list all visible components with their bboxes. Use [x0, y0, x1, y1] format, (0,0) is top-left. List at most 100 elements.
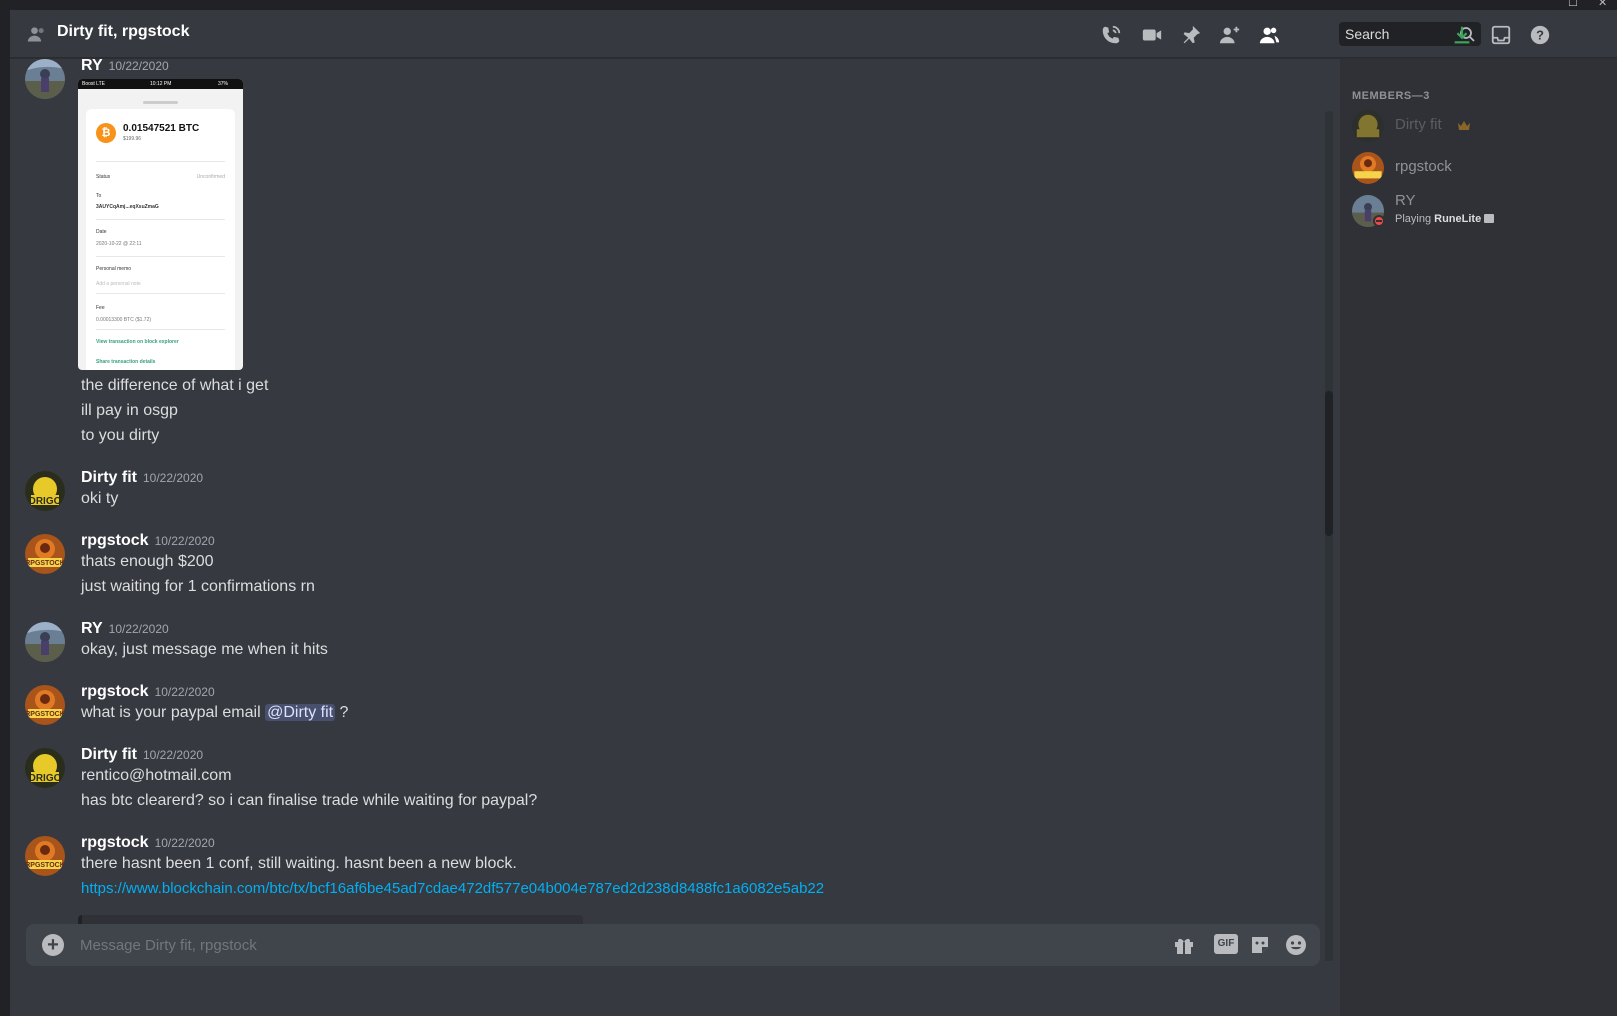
username[interactable]: rpgstock	[81, 683, 149, 700]
message-text: what is your paypal email @Dirty fit ?	[81, 704, 348, 722]
dnd-status-icon	[1373, 215, 1385, 227]
avatar[interactable]: RPGSTOCK	[25, 685, 65, 725]
user-mention[interactable]: @Dirty fit	[265, 704, 336, 721]
scrollbar-track[interactable]	[1325, 111, 1333, 961]
maximize-icon[interactable]: ☐	[1568, 0, 1578, 9]
username[interactable]: RY	[81, 620, 103, 637]
message-input[interactable]	[78, 924, 1158, 966]
status-value: Unconfirmed	[196, 174, 225, 180]
fee-value: 0.00013300 BTC ($1.72)	[96, 317, 152, 323]
timestamp: 10/22/2020	[154, 534, 215, 548]
scrollbar-thumb[interactable]	[1325, 391, 1333, 536]
fee-label: Fee	[96, 305, 105, 311]
message-text-pre: what is your paypal email	[81, 704, 266, 721]
block-explorer-link: View transaction on block explorer	[96, 339, 179, 345]
member-item-ry[interactable]: RY Playing RuneLite	[1348, 190, 1608, 232]
message-list[interactable]: RY 10/22/2020 Boost LTE 10:12 PM 37% ₿ 0.…	[10, 59, 1372, 961]
timestamp: 10/22/2020	[154, 836, 215, 850]
close-window-icon[interactable]: ✕	[1598, 0, 1607, 9]
date-label: Date	[96, 229, 107, 235]
status-label: Status	[96, 174, 111, 180]
member-name: RY	[1395, 192, 1416, 209]
message-text: there hasnt been 1 conf, still waiting. …	[81, 855, 517, 872]
message-text: to you dirty	[81, 427, 160, 444]
sticker-icon[interactable]	[1248, 933, 1272, 957]
avatar	[1352, 110, 1384, 142]
svg-text:RPGSTOCK: RPGSTOCK	[25, 560, 65, 567]
message-link[interactable]: https://www.blockchain.com/btc/tx/bcf16a…	[81, 880, 824, 897]
member-name: Dirty fit	[1395, 116, 1442, 133]
members-header: MEMBERS—3	[1352, 90, 1430, 102]
gift-icon[interactable]	[1172, 933, 1196, 957]
add-attachment-button[interactable]: +	[42, 934, 64, 956]
channel-header: Dirty fit, rpgstock Search ?	[10, 10, 1617, 58]
memo-label: Personal memo	[96, 266, 132, 272]
timestamp: 10/22/2020	[108, 59, 169, 73]
transaction-card: ₿ 0.01547521 BTC $199.96 Status Unconfir…	[86, 109, 235, 370]
message-header: Dirty fit 10/22/2020	[81, 469, 203, 487]
avatar[interactable]: DRIGO	[25, 471, 65, 511]
add-member-icon[interactable]	[1219, 24, 1241, 46]
dm-people-icon	[27, 27, 44, 42]
username[interactable]: RY	[81, 59, 103, 74]
btc-amount: 0.01547521 BTC	[123, 123, 200, 134]
help-icon[interactable]: ?	[1529, 24, 1551, 46]
rich-presence-icon	[1484, 214, 1495, 223]
to-address: 3AUYCqAmj...eqXsuZmaG	[96, 204, 159, 210]
avatar[interactable]	[25, 622, 65, 662]
window-titlebar: ☐ ✕	[0, 0, 1617, 10]
bitcoin-icon: ₿	[96, 123, 116, 143]
message-composer: + GIF	[26, 924, 1320, 966]
message-text: ill pay in osgp	[81, 402, 178, 419]
avatar[interactable]: RPGSTOCK	[25, 836, 65, 876]
member-activity: Playing RuneLite	[1395, 213, 1495, 225]
video-camera-icon[interactable]	[1141, 24, 1163, 46]
gif-button[interactable]: GIF	[1214, 934, 1238, 954]
username[interactable]: rpgstock	[81, 532, 149, 549]
timestamp: 10/22/2020	[143, 748, 204, 762]
member-list: MEMBERS—3 Dirty fit rpgstock RY Playing …	[1340, 59, 1617, 1016]
message-header: RY 10/22/2020	[81, 620, 169, 638]
username[interactable]: Dirty fit	[81, 469, 137, 486]
message-header: rpgstock 10/22/2020	[81, 834, 215, 852]
memo-placeholder: Add a personal note	[96, 281, 141, 287]
discord-app: ☐ ✕ Dirty fit, rpgstock Search ? RY 10/2…	[0, 0, 1617, 1016]
phone-status-bar: Boost LTE 10:12 PM 37%	[78, 79, 243, 89]
username[interactable]: Dirty fit	[81, 746, 137, 763]
svg-text:?: ?	[1536, 28, 1544, 43]
emoji-icon[interactable]	[1284, 933, 1308, 957]
avatar[interactable]: DRIGO	[25, 748, 65, 788]
search-input[interactable]	[1339, 22, 1457, 46]
sheet-handle	[143, 101, 178, 104]
divider	[96, 256, 225, 257]
avatar[interactable]: RPGSTOCK	[25, 534, 65, 574]
message-text: rentico@hotmail.com	[81, 767, 232, 784]
message-text-post: ?	[335, 704, 349, 721]
username[interactable]: rpgstock	[81, 834, 149, 851]
message-text: has btc clearerd? so i can finalise trad…	[81, 792, 538, 809]
to-label: To	[96, 193, 102, 199]
battery-text: 37%	[218, 81, 229, 87]
usd-amount: $199.96	[123, 136, 142, 142]
inbox-icon[interactable]	[1490, 24, 1512, 46]
member-list-icon[interactable]	[1258, 24, 1280, 46]
message-header: Dirty fit 10/22/2020	[81, 746, 203, 764]
phone-call-icon[interactable]	[1100, 24, 1122, 46]
share-details-link: Share transaction details	[96, 359, 156, 365]
activity-prefix: Playing	[1395, 213, 1435, 225]
image-attachment[interactable]: Boost LTE 10:12 PM 37% ₿ 0.01547521 BTC …	[78, 79, 243, 370]
avatar[interactable]	[25, 59, 65, 99]
pin-icon[interactable]	[1180, 24, 1202, 46]
member-name: rpgstock	[1395, 158, 1452, 175]
divider	[96, 293, 225, 294]
message-header: rpgstock 10/22/2020	[81, 683, 215, 701]
svg-text:DRIGO: DRIGO	[29, 496, 62, 507]
member-item-dirty-fit[interactable]: Dirty fit	[1348, 105, 1608, 147]
member-item-rpgstock[interactable]: rpgstock	[1348, 147, 1608, 189]
divider	[96, 329, 225, 330]
activity-name: RuneLite	[1434, 213, 1482, 225]
download-icon[interactable]	[1451, 24, 1473, 46]
divider	[96, 219, 225, 220]
message-header: RY 10/22/2020	[81, 59, 169, 75]
message-text: the difference of what i get	[81, 377, 269, 394]
